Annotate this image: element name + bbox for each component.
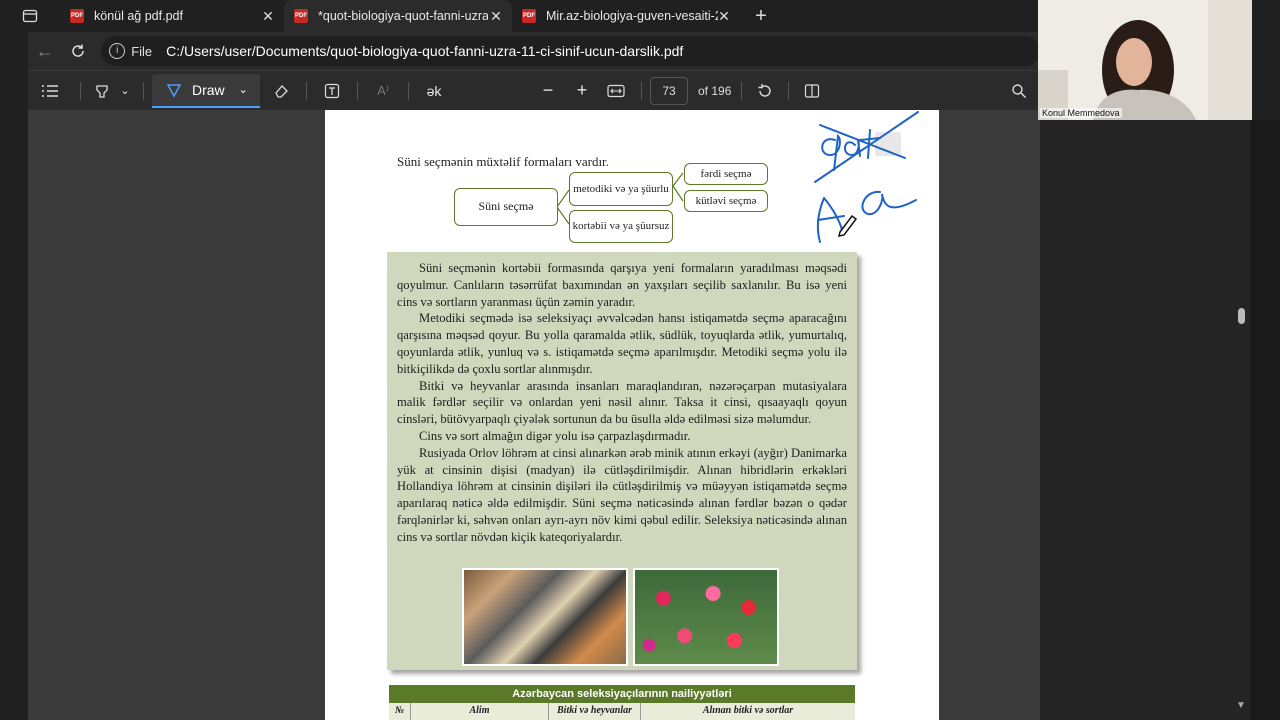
table-col-organisms: Bitki və heyvanlar [549,703,641,720]
pdf-icon: PDF [70,9,84,23]
chevron-down-icon: ⌄ [120,85,130,97]
table-header-row: № Alim Bitki və heyvanlar Alınan bitki v… [389,703,855,720]
add-text-button[interactable] [315,76,349,106]
divider [80,81,81,100]
webcam-feed [1038,0,1252,120]
refresh-button[interactable] [62,34,96,68]
paragraph: Cins və sort almağın digər yolu isə çarp… [419,428,691,443]
pdf-icon: PDF [294,9,308,23]
plus-icon: + [755,5,767,27]
close-icon[interactable]: ✕ [260,8,276,24]
tab-title: könül ağ pdf.pdf [94,9,183,23]
read-aloud-button[interactable]: A⁾ [366,76,400,106]
tab-title: Mir.az-biologiya-guven-vesaiti-20 [546,9,718,23]
close-icon[interactable]: ✕ [488,8,504,24]
divider [408,81,409,100]
divider [143,81,144,100]
search-icon [1012,83,1026,98]
table-col-scientist: Alim [411,703,549,720]
tab-biologiya[interactable]: PDF *quot-biologiya-quot-fanni-uzra- ✕ [284,0,512,32]
url-field[interactable]: i File C:/Users/user/Documents/quot-biol… [101,36,1040,66]
contents-button[interactable] [28,76,72,106]
scrollbar-thumb[interactable] [1238,308,1245,324]
draw-pen-icon [166,83,182,98]
diagram-mass-box: kütləvi seçmə [684,190,768,212]
table-col-varieties: Alınan bitki və sortlar [702,705,794,716]
tab-mir[interactable]: PDF Mir.az-biologiya-guven-vesaiti-20 ✕ [512,0,740,32]
tab-konul[interactable]: PDF könül ağ pdf.pdf ✕ [60,0,284,32]
tab-actions-icon [22,9,38,23]
page-view-button[interactable] [797,76,827,106]
address-bar: ← i File C:/Users/user/Documents/quot-bi… [28,32,1040,70]
divider [641,81,642,100]
scroll-down-icon[interactable]: ▼ [1236,700,1246,711]
diagram-root-box: Süni seçmə [454,188,558,226]
divider [788,81,790,100]
screen-edge [1250,120,1280,720]
page-number-input[interactable]: 73 [650,76,688,105]
fit-width-button[interactable] [599,76,633,106]
refresh-icon [72,44,85,57]
tab-bar: PDF könül ağ pdf.pdf ✕ PDF *quot-biologi… [0,0,1040,32]
text-panel: Süni seçmənin kortəbii formasında qarşıy… [387,252,857,670]
back-button[interactable]: ← [28,34,62,68]
zoom-in-button[interactable]: + [565,76,599,106]
info-icon[interactable]: i [109,43,126,59]
erase-button[interactable] [264,76,298,106]
ink-annotation [814,111,919,243]
page-view-icon [805,83,820,98]
viewer-side-area [1040,120,1240,720]
fit-width-icon [607,84,625,97]
close-icon[interactable]: ✕ [716,8,732,24]
minus-icon: − [542,80,554,100]
chevron-down-icon: ⌄ [238,84,248,96]
table-title: Azərbaycan seleksiyaçılarının nailiyyətl… [389,685,855,703]
zoom-out-button[interactable]: − [531,76,565,106]
divider [306,81,307,100]
draw-label: Draw [192,81,225,98]
pdf-icon: PDF [522,9,536,23]
highlight-dropdown[interactable]: ⌄ [115,76,135,106]
back-arrow-icon: ← [35,40,54,61]
pdf-toolbar: ⌄ Draw ⌄ A⁾ ək − + 73 of 196 [28,70,1040,110]
tab-actions-button[interactable] [0,0,60,32]
cats-photo [462,568,628,666]
page-total: of 196 [698,83,732,98]
plus-icon: + [576,80,588,100]
paragraph: Rusiyada Orlov löhrəm at cinsi alınarkən… [397,445,847,544]
paragraph: Süni seçmənin kortəbii formasında qarşıy… [397,261,847,309]
new-tab-button[interactable]: + [746,1,776,31]
webcam-overlay: Konul Memmedova [1038,0,1252,120]
read-aloud-icon: A⁾ [377,82,389,98]
url-text: C:/Users/user/Documents/quot-biologiya-q… [166,43,684,59]
scrollbar[interactable] [1240,120,1250,720]
diagram-methodic-box: metodiki və ya şüurlu [569,172,673,206]
diagram-spontaneous-box: kortəbii və ya şüursuz [569,210,673,243]
translate-button[interactable]: ək [417,76,451,106]
tab-title: *quot-biologiya-quot-fanni-uzra- [318,9,488,23]
body-text: Süni seçmənin kortəbii formasında qarşıy… [397,260,847,546]
file-label: File [131,43,153,59]
paragraph: Bitki və heyvanlar arasında insanları ma… [397,378,847,427]
highlight-button[interactable] [89,76,115,106]
diagram-individual-box: fərdi seçmə [684,163,768,185]
cactus-photo [633,568,779,666]
rotate-icon [758,83,772,97]
table-col-number: № [389,703,411,720]
eraser-icon [275,84,288,98]
translate-icon: ək [426,82,442,99]
window-edge [0,32,28,720]
list-icon [42,84,58,97]
webcam-name-label: Konul Memmedova [1040,108,1122,118]
draw-button[interactable]: Draw ⌄ [152,73,260,108]
search-button[interactable] [1004,76,1034,106]
text-box-icon [324,83,340,98]
divider [741,81,743,100]
highlighter-icon [96,84,108,98]
paragraph: Metodiki seçmədə isə seleksiyaçı əvvəlcə… [397,311,847,376]
rotate-button[interactable] [750,76,780,106]
divider [357,81,358,100]
